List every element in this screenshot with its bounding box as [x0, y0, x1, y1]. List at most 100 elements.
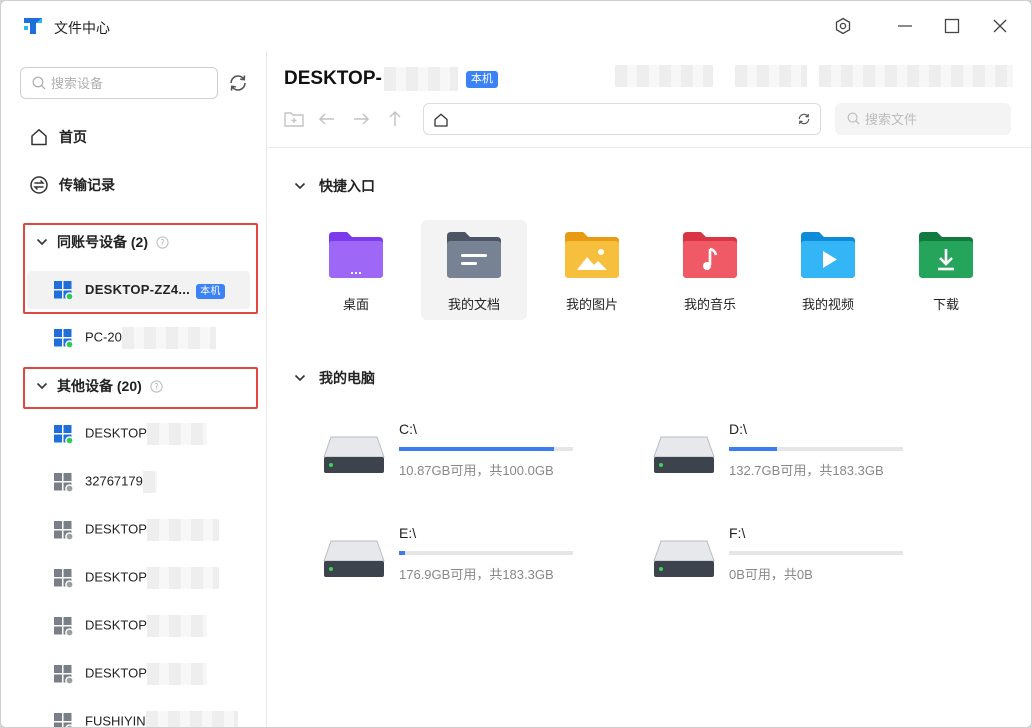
device-search-input[interactable] — [51, 73, 211, 93]
device-name-text: FUSHIYIN — [85, 713, 146, 728]
quick-access-desktop[interactable]: 桌面 — [303, 220, 409, 320]
divider — [267, 147, 1031, 148]
help-icon[interactable]: ? — [156, 235, 169, 249]
device-item[interactable]: DESKTOP — [27, 655, 250, 693]
device-name: DESKTOP — [85, 567, 219, 589]
device-item[interactable]: DESKTOP — [27, 559, 250, 597]
drive-name: C:\ — [399, 421, 417, 437]
local-badge: 本机 — [465, 70, 498, 88]
drive-e[interactable]: E:\ 176.9GB可用，共183.3GB — [323, 525, 623, 595]
drive-usage-fill — [399, 447, 555, 451]
windows-icon — [54, 425, 73, 444]
windows-icon — [54, 617, 73, 636]
device-item[interactable]: 32767179 — [27, 463, 250, 501]
windows-icon — [54, 569, 73, 588]
main-panel: DESKTOP- 本机 搜索文件 快捷入口 桌面 我的文档 我的图片 我的音乐 … — [267, 51, 1031, 727]
new-folder-icon[interactable] — [283, 108, 305, 130]
drive-usage-bar — [729, 447, 903, 451]
drive-c[interactable]: C:\ 10.87GB可用，共100.0GB — [323, 421, 623, 491]
drive-name: F:\ — [729, 525, 746, 541]
windows-icon — [54, 665, 73, 684]
app-logo-icon — [24, 18, 42, 34]
quick-access-downloads[interactable]: 下载 — [893, 220, 999, 320]
refresh-devices-icon[interactable] — [226, 71, 250, 95]
quick-access-music[interactable]: 我的音乐 — [657, 220, 763, 320]
quick-access-pictures[interactable]: 我的图片 — [539, 220, 645, 320]
quick-access-documents[interactable]: 我的文档 — [421, 220, 527, 320]
search-icon — [847, 112, 860, 125]
nav-home[interactable]: 首页 — [29, 125, 87, 149]
search-icon — [32, 76, 46, 90]
chevron-down-icon — [36, 382, 48, 390]
nav-home-label: 首页 — [59, 129, 87, 145]
device-item[interactable]: DESKTOP — [27, 511, 250, 549]
path-input[interactable] — [456, 110, 776, 130]
desktop-folder-icon — [329, 232, 383, 278]
my-computer-header[interactable]: 我的电脑 — [293, 368, 375, 388]
quick-access-header[interactable]: 快捷入口 — [293, 176, 375, 196]
refresh-icon[interactable] — [796, 111, 812, 127]
device-name-text: PC-20 — [85, 329, 122, 345]
group-other-devices-header[interactable]: 其他设备 (20) ? — [35, 375, 163, 397]
redacted-text — [142, 471, 157, 493]
drive-space-info: 0B可用，共0B — [729, 567, 813, 582]
videos-folder-icon — [801, 232, 855, 278]
redacted-text — [146, 615, 207, 637]
redacted-text — [146, 663, 207, 685]
help-icon[interactable]: ? — [150, 379, 163, 393]
quick-access-label: 我的图片 — [565, 297, 618, 312]
redacted-text — [121, 327, 216, 349]
drive-usage-fill — [399, 551, 406, 555]
downloads-folder-icon — [919, 232, 973, 278]
redacted-text — [615, 65, 713, 87]
hard-drive-icon — [653, 436, 715, 473]
device-item[interactable]: PC-20 — [27, 319, 250, 357]
quick-access-videos[interactable]: 我的视频 — [775, 220, 881, 320]
maximize-button[interactable] — [939, 13, 965, 39]
device-item[interactable]: FUSHIYIN — [27, 703, 250, 728]
hard-drive-icon — [323, 436, 385, 473]
group-same-account-header[interactable]: 同账号设备 (2) ? — [35, 231, 169, 253]
drive-f[interactable]: F:\ 0B可用，共0B — [653, 525, 953, 595]
minimize-icon — [898, 25, 912, 27]
home-icon — [31, 129, 47, 146]
back-arrow-icon[interactable] — [316, 108, 338, 130]
quick-access-label: 我的文档 — [447, 297, 500, 312]
minimize-button[interactable] — [892, 13, 918, 39]
drive-d[interactable]: D:\ 132.7GB可用，共183.3GB — [653, 421, 953, 491]
transfer-icon — [30, 176, 48, 194]
gear-icon — [835, 17, 851, 35]
device-name: PC-20 — [85, 327, 216, 349]
device-name-text: DESKTOP — [85, 665, 147, 681]
path-bar[interactable] — [423, 103, 821, 135]
local-badge: 本机 — [196, 283, 225, 299]
device-name-text: DESKTOP — [85, 617, 147, 633]
file-search-box[interactable] — [835, 103, 1011, 135]
device-name: DESKTOP — [85, 663, 207, 685]
up-arrow-icon[interactable] — [384, 108, 406, 130]
device-name-text: DESKTOP — [85, 521, 147, 537]
close-button[interactable] — [987, 13, 1013, 39]
maximize-icon — [944, 18, 960, 34]
file-search-input[interactable] — [865, 109, 1005, 129]
forward-arrow-icon[interactable] — [350, 108, 372, 130]
windows-icon — [54, 329, 73, 348]
drive-usage-bar — [729, 551, 903, 555]
music-folder-icon — [683, 232, 737, 278]
device-item[interactable]: DESKTOP — [27, 415, 250, 453]
device-title: DESKTOP- 本机 — [284, 67, 498, 91]
svg-text:?: ? — [160, 238, 165, 248]
settings-button[interactable] — [830, 13, 856, 39]
drive-usage-fill — [729, 447, 778, 451]
device-name: DESKTOP-ZZ4... 本机 — [85, 282, 225, 299]
windows-icon — [54, 713, 73, 727]
device-item-selected[interactable]: DESKTOP-ZZ4... 本机 — [27, 271, 250, 309]
windows-icon — [54, 521, 73, 540]
redacted-text — [146, 519, 219, 541]
device-item[interactable]: DESKTOP — [27, 607, 250, 645]
svg-text:?: ? — [154, 382, 159, 392]
nav-transfer-records[interactable]: 传输记录 — [29, 173, 115, 197]
device-search-box[interactable] — [20, 67, 218, 99]
home-icon[interactable] — [433, 112, 449, 128]
windows-icon — [54, 281, 73, 300]
